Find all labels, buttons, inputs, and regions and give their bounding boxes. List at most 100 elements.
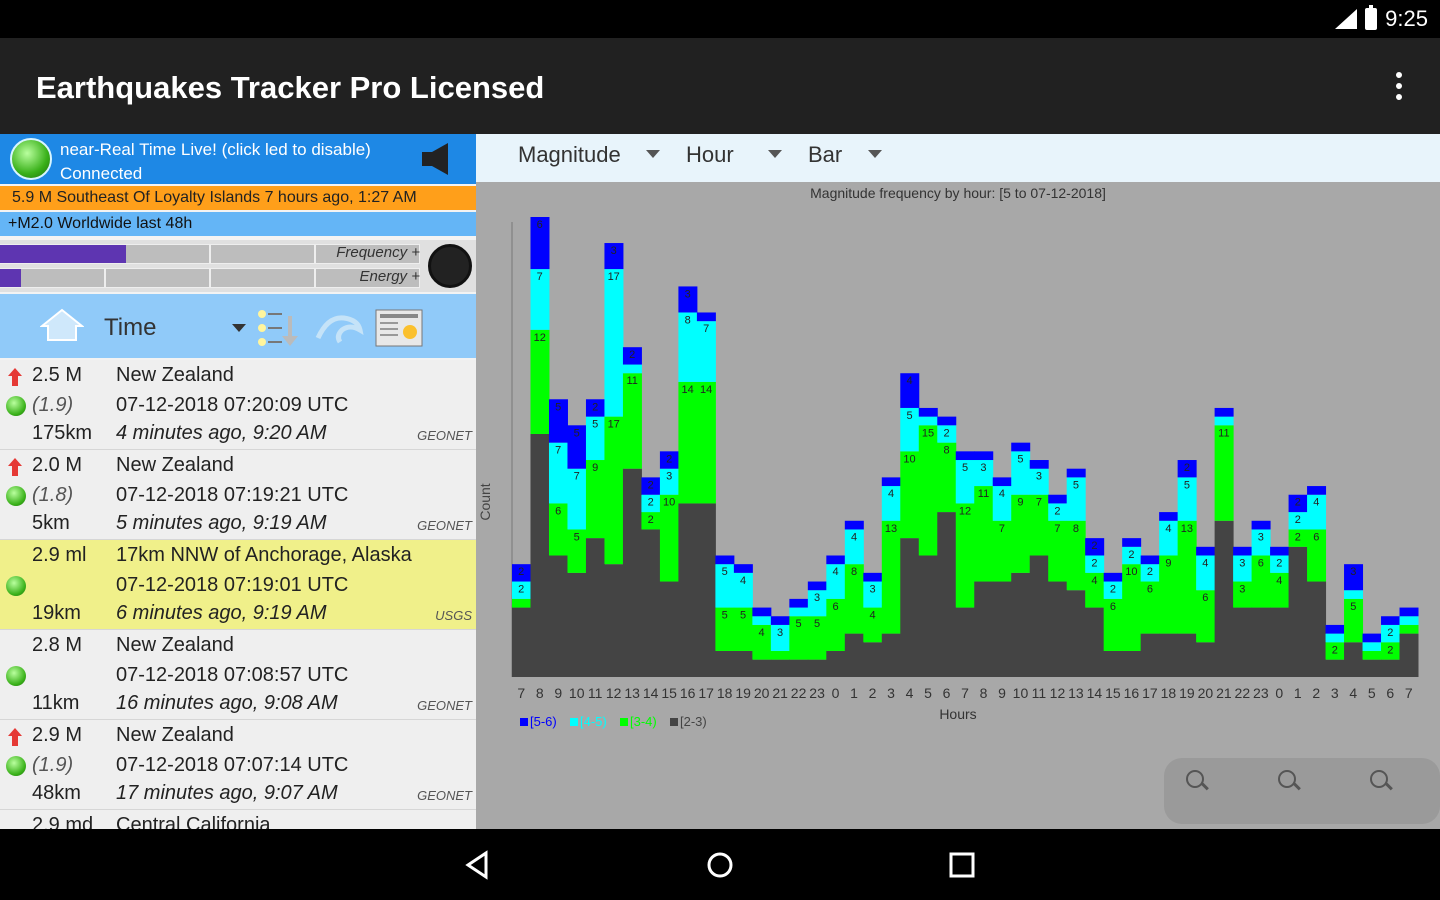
- bar-data-label: 2: [1276, 557, 1282, 569]
- quake-row[interactable]: 2.9 md Central California: [0, 810, 476, 829]
- quake-row[interactable]: 2.8 M New Zealand 07-12-2018 07:08:57 UTC 1…: [0, 630, 476, 720]
- bar-data-label: 4: [1202, 557, 1208, 569]
- bar-segment: [1399, 607, 1419, 617]
- x-tick-label: 3: [1331, 685, 1339, 701]
- app-bar: Earthquakes Tracker Pro Licensed: [0, 38, 1440, 134]
- x-tick-label: 16: [1124, 685, 1140, 701]
- x-tick-label: 11: [1032, 685, 1047, 701]
- frequency-meter-fill: [0, 245, 126, 263]
- metric-dropdown[interactable]: Magnitude: [518, 142, 621, 168]
- bar-segment: [1307, 486, 1327, 495]
- bar-data-label: 2: [648, 514, 654, 526]
- bar-data-label: 12: [534, 332, 546, 344]
- x-tick-label: 15: [661, 685, 677, 701]
- x-tick-label: 6: [1386, 685, 1394, 701]
- energy-indicator[interactable]: [428, 244, 472, 288]
- quake-list-panel: near-Real Time Live! (click led to disab…: [0, 134, 476, 829]
- bar-segment: [881, 520, 901, 634]
- latest-quake-ticker[interactable]: 5.9 M Southeast Of Loyalty Islands 7 hou…: [0, 186, 476, 210]
- energy-meter: [0, 268, 420, 288]
- bar-data-label: 3: [1239, 557, 1245, 569]
- filter-summary[interactable]: +M2.0 Worldwide last 48h: [0, 212, 476, 236]
- zoom-in-icon[interactable]: [1186, 770, 1204, 788]
- x-tick-label: 19: [735, 685, 751, 701]
- bar-segment: [807, 659, 827, 677]
- bar-data-label: 4: [1091, 575, 1097, 587]
- quake-secondary-magnitude: (1.9): [32, 754, 74, 776]
- sort-field[interactable]: Time: [104, 314, 156, 342]
- quake-row[interactable]: 2.5 M New Zealand (1.9) 07-12-2018 07:20:09…: [0, 360, 476, 450]
- bar-segment: [863, 642, 883, 677]
- chevron-down-icon[interactable]: [232, 324, 246, 332]
- bar-segment: [789, 607, 809, 617]
- home-icon[interactable]: [40, 308, 84, 342]
- x-tick-label: 21: [772, 685, 788, 701]
- bar-segment: [604, 564, 624, 677]
- live-led-toggle[interactable]: [10, 138, 52, 180]
- group-dropdown[interactable]: Hour: [686, 142, 734, 168]
- chart-type-dropdown[interactable]: Bar: [808, 142, 842, 168]
- bar-data-label: 8: [851, 566, 857, 578]
- chevron-down-icon[interactable]: [768, 150, 782, 158]
- x-tick-label: 18: [1161, 685, 1177, 701]
- bar-segment: [1011, 442, 1031, 452]
- bar-segment: [1233, 607, 1253, 677]
- bar-segment: [659, 581, 679, 677]
- bar-data-label: 4: [833, 566, 839, 578]
- bar-data-label: 4: [999, 488, 1005, 500]
- zoom-reset-icon[interactable]: [1278, 770, 1296, 788]
- x-tick-label: 18: [717, 685, 733, 701]
- home-icon[interactable]: [704, 849, 736, 881]
- x-tick-label: 13: [1068, 685, 1084, 701]
- x-tick-label: 1: [1294, 685, 1302, 701]
- recents-icon[interactable]: [946, 849, 978, 881]
- quake-depth: 48km: [32, 782, 81, 804]
- bar-segment: [622, 364, 642, 374]
- bar-data-label: 14: [700, 384, 712, 396]
- bar-segment: [604, 269, 624, 417]
- quake-row[interactable]: 2.9 ml 17km NNW of Anchorage, Alaska 07-12…: [0, 540, 476, 630]
- bar-segment: [696, 312, 716, 322]
- back-icon[interactable]: [462, 849, 494, 881]
- bar-data-label: 4: [888, 488, 894, 500]
- bar-segment: [955, 607, 975, 677]
- quake-row[interactable]: 2.0 M New Zealand (1.8) 07-12-2018 07:19:21…: [0, 450, 476, 540]
- x-tick-label: 6: [943, 685, 951, 701]
- x-tick-label: 0: [832, 685, 840, 701]
- bar-segment: [1344, 590, 1364, 599]
- bar-data-label: 8: [943, 445, 949, 457]
- bar-segment: [1362, 633, 1382, 643]
- quake-utc-time: 07-12-2018 07:08:57 UTC: [116, 664, 349, 686]
- quake-relative-time: 6 minutes ago, 9:19 AM: [116, 602, 327, 624]
- zoom-out-icon[interactable]: [1370, 770, 1388, 788]
- status-led-icon: [6, 576, 26, 596]
- energy-label[interactable]: Energy +: [360, 268, 420, 285]
- speaker-icon[interactable]: [420, 141, 454, 177]
- quake-magnitude: 2.9 ml: [32, 544, 87, 566]
- bar-data-label: 6: [1110, 601, 1116, 613]
- clock: 9:25: [1385, 6, 1428, 31]
- overflow-menu-icon[interactable]: [1396, 72, 1404, 100]
- bar-segment: [881, 633, 901, 677]
- chevron-down-icon[interactable]: [646, 150, 660, 158]
- status-bar: 9:25: [0, 0, 1440, 38]
- bar-data-label: 5: [796, 618, 802, 630]
- news-icon[interactable]: [374, 308, 424, 348]
- quake-row[interactable]: 2.9 M New Zealand (1.9) 07-12-2018 07:07:14…: [0, 720, 476, 810]
- bar-segment: [622, 468, 642, 677]
- tsunami-icon[interactable]: [314, 308, 364, 348]
- bar-data-label: 2: [518, 566, 524, 578]
- bar-data-label: 6: [1258, 557, 1264, 569]
- x-tick-label: 10: [1013, 685, 1029, 701]
- chevron-down-icon[interactable]: [868, 150, 882, 158]
- frequency-label[interactable]: Frequency +: [336, 244, 420, 261]
- bar-segment: [826, 650, 846, 677]
- x-tick-label: 3: [887, 685, 895, 701]
- status-led-icon: [6, 486, 26, 506]
- legend-swatch: [520, 718, 528, 726]
- x-tick-label: 10: [569, 685, 585, 701]
- list-toolbar: Time: [0, 294, 476, 358]
- x-tick-label: 14: [1087, 685, 1103, 701]
- sort-order-icon[interactable]: [254, 308, 304, 348]
- bar-data-label: 2: [1332, 644, 1338, 656]
